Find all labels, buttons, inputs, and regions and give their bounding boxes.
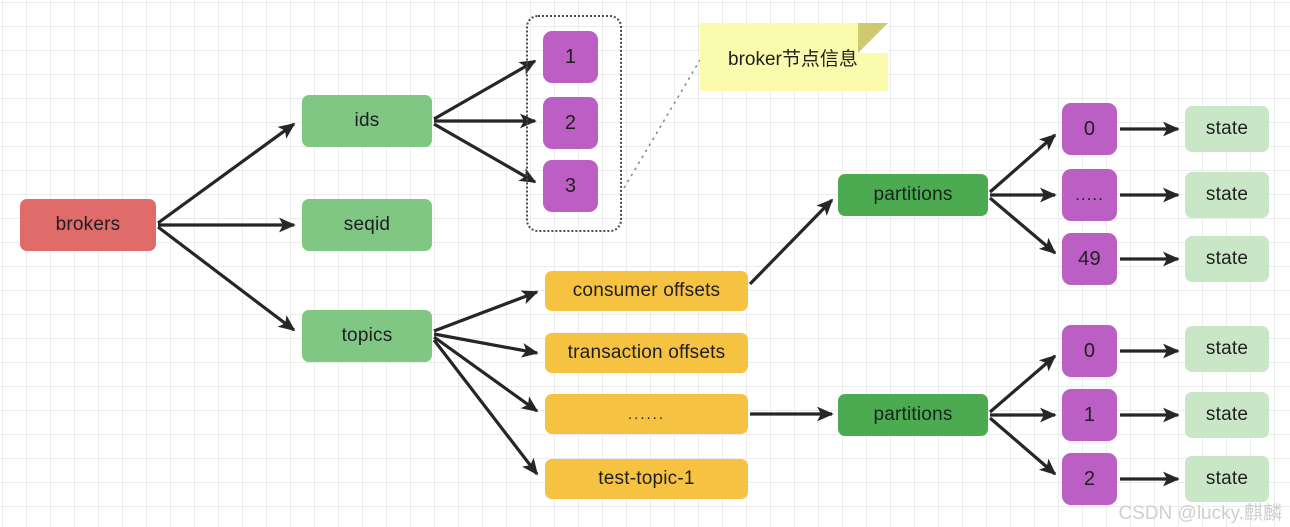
node-brokers[interactable]: brokers <box>20 199 156 251</box>
node-broker-id-3[interactable]: 3 <box>543 160 598 212</box>
node-partition-id-bottom-2[interactable]: 2 <box>1062 453 1117 505</box>
edge-partitions-top-49 <box>988 196 1057 255</box>
node-ids[interactable]: ids <box>302 95 432 147</box>
node-state-bottom-2[interactable]: state <box>1185 456 1269 502</box>
watermark: CSDN @lucky.麒麟 <box>1118 503 1282 524</box>
edge-consumer-offsets-partitions <box>748 198 834 286</box>
node-broker-id-1[interactable]: 1 <box>543 31 598 83</box>
node-topic-ellipsis[interactable]: ...... <box>545 394 748 434</box>
node-topics[interactable]: topics <box>302 310 432 362</box>
node-seqid[interactable]: seqid <box>302 199 432 251</box>
edge-brokers-topics <box>157 225 296 332</box>
diagram-canvas: brokers ids seqid topics 1 2 3 broker节点信… <box>0 0 1290 527</box>
node-partition-id-bottom-1[interactable]: 1 <box>1062 389 1117 441</box>
node-state-top-1[interactable]: state <box>1185 172 1269 218</box>
node-state-bottom-0[interactable]: state <box>1185 326 1269 372</box>
node-partitions-top[interactable]: partitions <box>838 174 988 216</box>
edge-topics-test-topic-1 <box>432 339 539 476</box>
node-topic-consumer-offsets[interactable]: consumer offsets <box>545 271 748 311</box>
node-topic-test-topic-1[interactable]: test-topic-1 <box>545 459 748 499</box>
node-broker-id-2[interactable]: 2 <box>543 97 598 149</box>
edge-partitions-bottom-2 <box>988 416 1057 476</box>
node-partitions-bottom[interactable]: partitions <box>838 394 988 436</box>
sticky-note-broker-info: broker节点信息 <box>700 23 888 91</box>
edge-ids-1 <box>433 59 537 121</box>
edge-brokers-ids <box>157 122 296 225</box>
node-partition-id-top-ellipsis[interactable]: ..... <box>1062 169 1117 221</box>
node-state-top-2[interactable]: state <box>1185 236 1269 282</box>
node-state-top-0[interactable]: state <box>1185 106 1269 152</box>
edge-partitions-bottom-0 <box>988 354 1057 414</box>
node-partition-id-top-0[interactable]: 0 <box>1062 103 1117 155</box>
node-partition-id-bottom-0[interactable]: 0 <box>1062 325 1117 377</box>
note-fold-corner-icon <box>858 23 888 53</box>
node-topic-transaction-offsets[interactable]: transaction offsets <box>545 333 748 373</box>
edge-ids-3 <box>433 122 537 184</box>
edge-partitions-top-0 <box>988 133 1057 194</box>
note-connector-line <box>623 59 701 189</box>
sticky-note-label: broker节点信息 <box>728 48 858 70</box>
edge-topics-transaction-offsets <box>433 332 539 358</box>
edge-topics-consumer-offsets <box>433 290 539 333</box>
node-partition-id-top-49[interactable]: 49 <box>1062 233 1117 285</box>
edge-topics-ellipsis <box>433 335 539 413</box>
node-state-bottom-1[interactable]: state <box>1185 392 1269 438</box>
